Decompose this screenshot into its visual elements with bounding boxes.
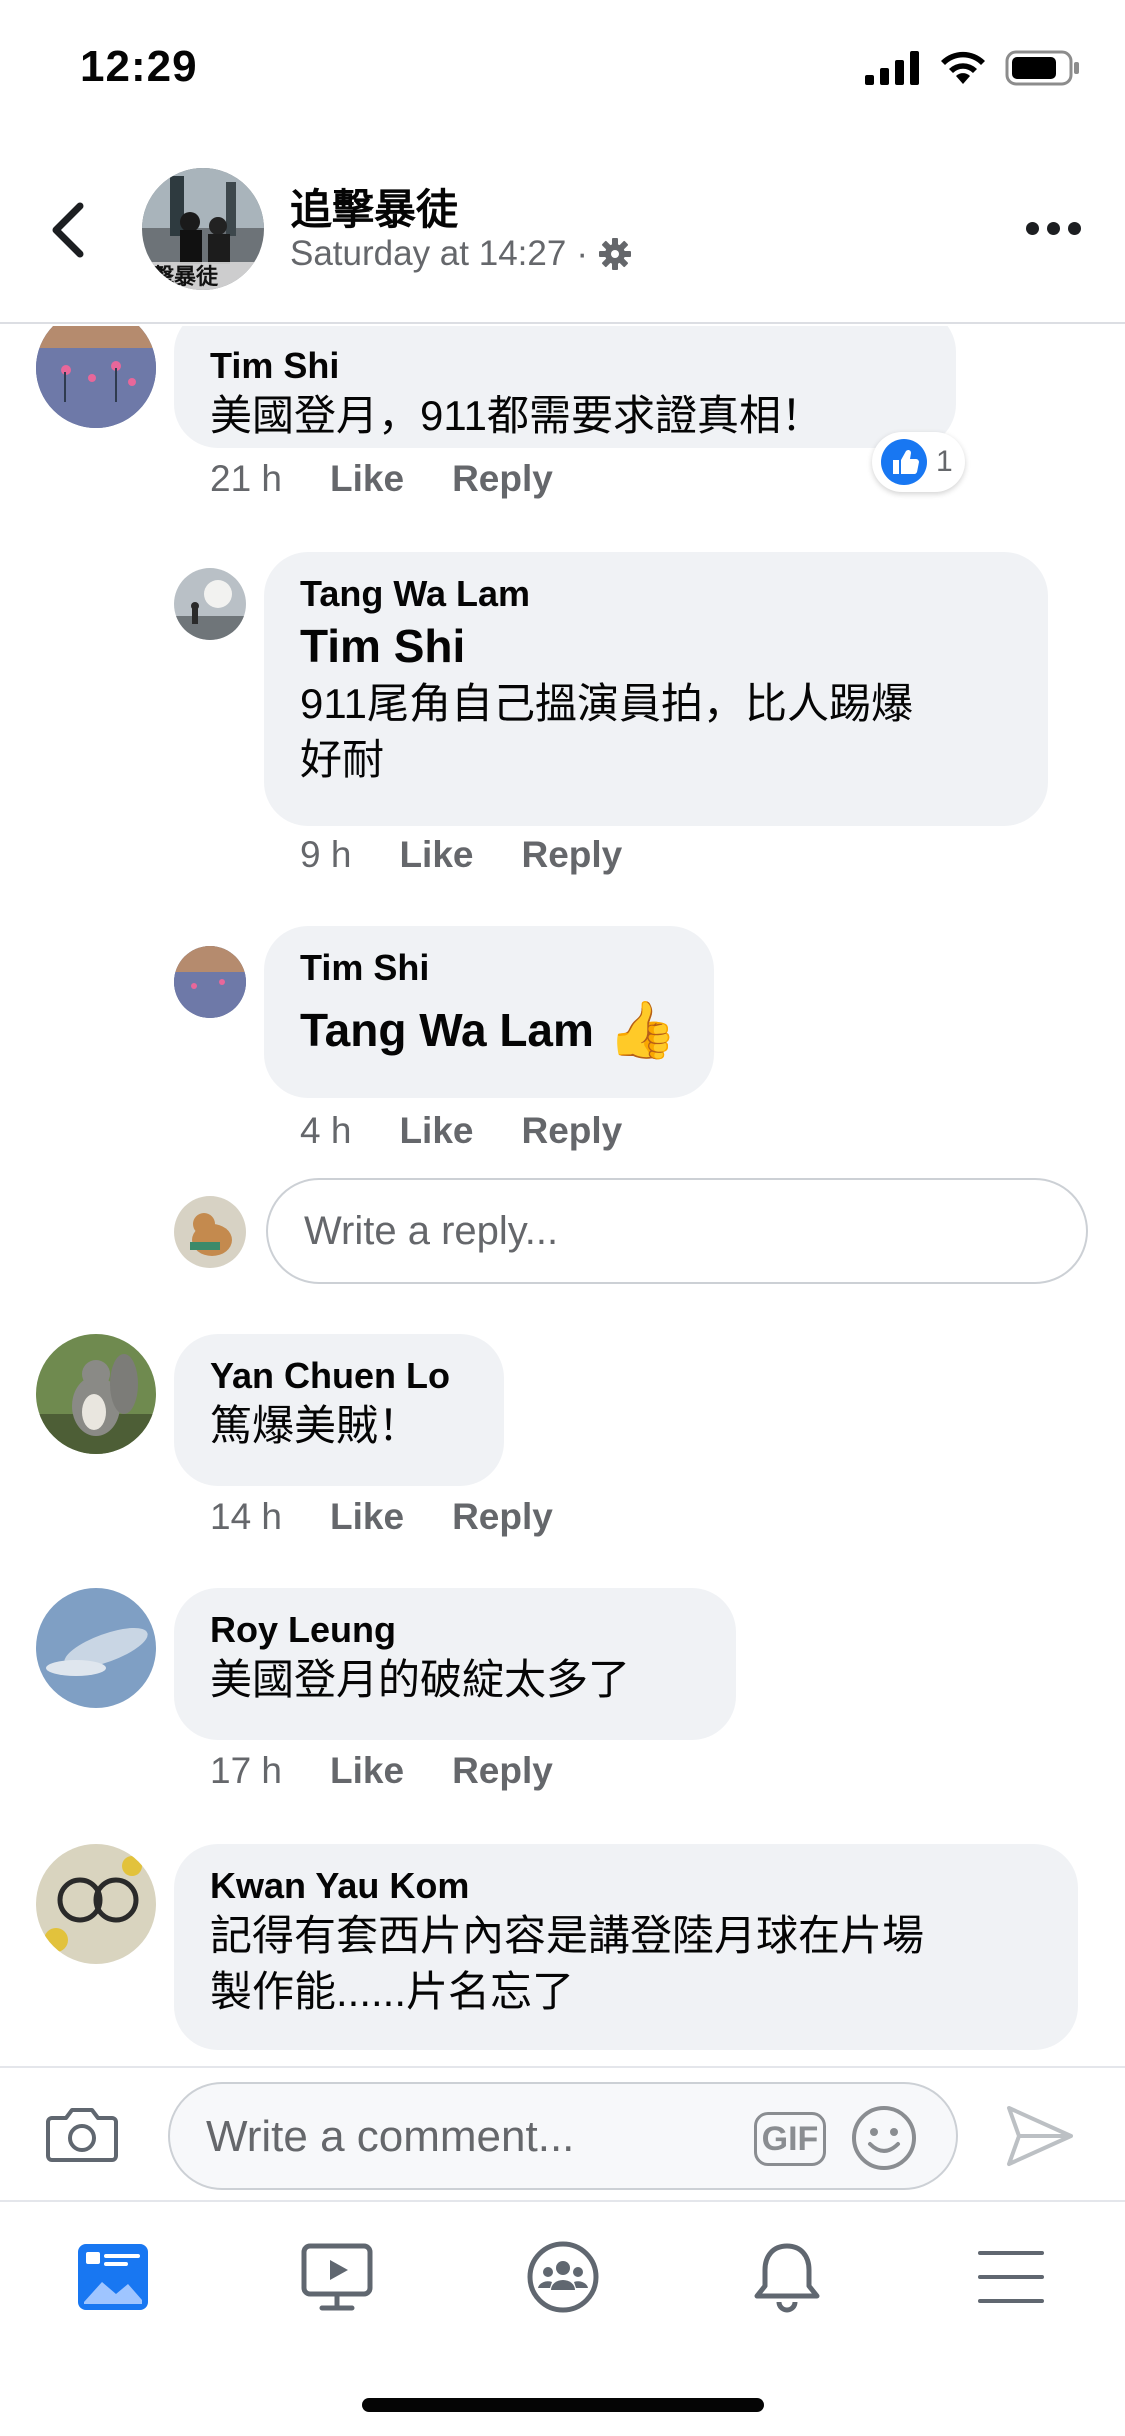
dot-icon: [1047, 222, 1060, 235]
tab-menu[interactable]: [966, 2232, 1056, 2322]
comment-placeholder: Write a comment...: [206, 2112, 575, 2161]
signal-icon: [865, 51, 919, 85]
reply-actions: 9 h Like Reply: [300, 834, 622, 876]
avatar[interactable]: [174, 568, 246, 640]
like-button[interactable]: Like: [330, 1750, 404, 1792]
emoji-button[interactable]: [850, 2104, 918, 2177]
avatar[interactable]: [36, 1588, 156, 1708]
comment-composer: Write a comment... GIF: [0, 2066, 1125, 2200]
smiley-icon: [852, 2106, 916, 2170]
reply-button[interactable]: Reply: [452, 1496, 553, 1538]
comment-actions: 17 h Like Reply: [210, 1750, 553, 1792]
group-name[interactable]: 追擊暴徒: [290, 176, 458, 237]
comment-time: 14 h: [210, 1496, 283, 1537]
comment-author[interactable]: Kwan Yau Kom: [210, 1864, 1042, 1908]
groups-icon: [527, 2241, 599, 2313]
send-button[interactable]: [1005, 2104, 1075, 2173]
reply-input[interactable]: Write a reply...: [266, 1178, 1088, 1284]
reply-text-line: 911尾角自己搵演員拍，比人踢爆: [300, 680, 913, 727]
reply-button[interactable]: Reply: [521, 1110, 622, 1152]
reply-text-line: 好耐: [300, 736, 385, 783]
comment-actions: 21 h Like Reply: [210, 458, 553, 500]
comment-author[interactable]: Yan Chuen Lo: [210, 1354, 468, 1398]
reply-actions: 4 h Like Reply: [300, 1110, 622, 1152]
notifications-icon: [754, 2243, 820, 2313]
news-feed-icon: [78, 2244, 148, 2310]
like-button[interactable]: Like: [330, 458, 404, 500]
chevron-left-icon: [52, 202, 84, 258]
home-indicator: [362, 2398, 764, 2412]
group-avatar[interactable]: 擊暴徒: [142, 168, 264, 290]
thumbs-up-emoji: 👍: [607, 998, 678, 1061]
reply-author[interactable]: Tang Wa Lam: [300, 572, 1012, 616]
comment-text: 篤爆美賊！: [210, 1402, 421, 1449]
reply-bubble: Tang Wa Lam Tim Shi 911尾角自己搵演員拍，比人踢爆 好耐: [264, 552, 1048, 826]
reply-button[interactable]: Reply: [521, 834, 622, 876]
avatar[interactable]: [36, 1844, 156, 1964]
comment-actions: 14 h Like Reply: [210, 1496, 553, 1538]
mention-tag[interactable]: Tang Wa Lam: [300, 1000, 594, 1060]
comment-text: 美國登月，911都需要求證真相！: [210, 392, 823, 439]
reply-placeholder: Write a reply...: [304, 1208, 559, 1253]
reply-author[interactable]: Tim Shi: [300, 946, 678, 990]
avatar[interactable]: [174, 946, 246, 1018]
like-reaction-icon: [881, 439, 927, 485]
reply-button[interactable]: Reply: [452, 1750, 553, 1792]
tab-watch[interactable]: [292, 2232, 382, 2322]
more-options-button[interactable]: [1026, 222, 1081, 235]
wifi-icon: [941, 51, 985, 84]
menu-icon: [978, 2251, 1044, 2303]
comment-text-line: 記得有套西片內容是講登陸月球在片場: [210, 1912, 925, 1959]
comment-bubble: Tim Shi 美國登月，911都需要求證真相！: [174, 326, 956, 448]
watch-icon: [301, 2243, 373, 2311]
status-icons: [865, 50, 1081, 86]
comment-text: 美國登月的破綻太多了: [210, 1656, 631, 1703]
gif-button[interactable]: GIF: [754, 2112, 826, 2166]
reply-time: 4 h: [300, 1110, 352, 1151]
dot-icon: [1026, 222, 1039, 235]
post-timestamp[interactable]: Saturday at 14:27: [290, 234, 566, 274]
tab-groups[interactable]: [518, 2232, 608, 2322]
reaction-count: 1: [936, 445, 953, 478]
tab-news-feed[interactable]: [68, 2232, 158, 2322]
comment-bubble: Yan Chuen Lo 篤爆美賊！: [174, 1334, 504, 1486]
current-user-avatar: [174, 1196, 246, 1268]
comment-input[interactable]: Write a comment... GIF: [168, 2082, 958, 2190]
reply-time: 9 h: [300, 834, 352, 875]
gear-icon: [598, 238, 631, 270]
post-header: 擊暴徒 追擊暴徒 Saturday at 14:27 ·: [0, 140, 1125, 324]
like-button[interactable]: Like: [330, 1496, 404, 1538]
battery-icon: [1005, 50, 1079, 86]
comment-time: 17 h: [210, 1750, 283, 1791]
like-button[interactable]: Like: [399, 1110, 473, 1152]
like-button[interactable]: Like: [399, 834, 473, 876]
status-bar: 12:29: [0, 0, 1125, 140]
tab-notifications[interactable]: [742, 2232, 832, 2322]
reply-button[interactable]: Reply: [452, 458, 553, 500]
back-button[interactable]: [48, 200, 88, 260]
status-time: 12:29: [80, 42, 198, 91]
comment-author[interactable]: Roy Leung: [210, 1608, 700, 1652]
svg-text:擊暴徒: 擊暴徒: [152, 264, 219, 290]
reply-bubble: Tim Shi Tang Wa Lam 👍: [264, 926, 714, 1098]
comments-list: Tim Shi 美國登月，911都需要求證真相！ 1 21 h Like Rep…: [0, 326, 1125, 2066]
mention-tag[interactable]: Tim Shi: [300, 616, 1012, 676]
avatar[interactable]: [36, 326, 156, 428]
meta-separator: ·: [576, 234, 588, 273]
comment-bubble: Roy Leung 美國登月的破綻太多了: [174, 1588, 736, 1740]
comment-text-line: 製作能......片名忘了: [210, 1968, 575, 2015]
comment-time: 21 h: [210, 458, 283, 499]
comment-author[interactable]: Tim Shi: [210, 344, 920, 388]
camera-button[interactable]: [46, 2104, 118, 2169]
comment-bubble: Kwan Yau Kom 記得有套西片內容是講登陸月球在片場 製作能......…: [174, 1844, 1078, 2050]
send-icon: [1007, 2106, 1073, 2166]
avatar[interactable]: [36, 1334, 156, 1454]
post-meta: Saturday at 14:27 ·: [290, 234, 632, 274]
reaction-badge[interactable]: 1: [872, 432, 965, 492]
dot-icon: [1068, 222, 1081, 235]
camera-icon: [46, 2108, 118, 2162]
